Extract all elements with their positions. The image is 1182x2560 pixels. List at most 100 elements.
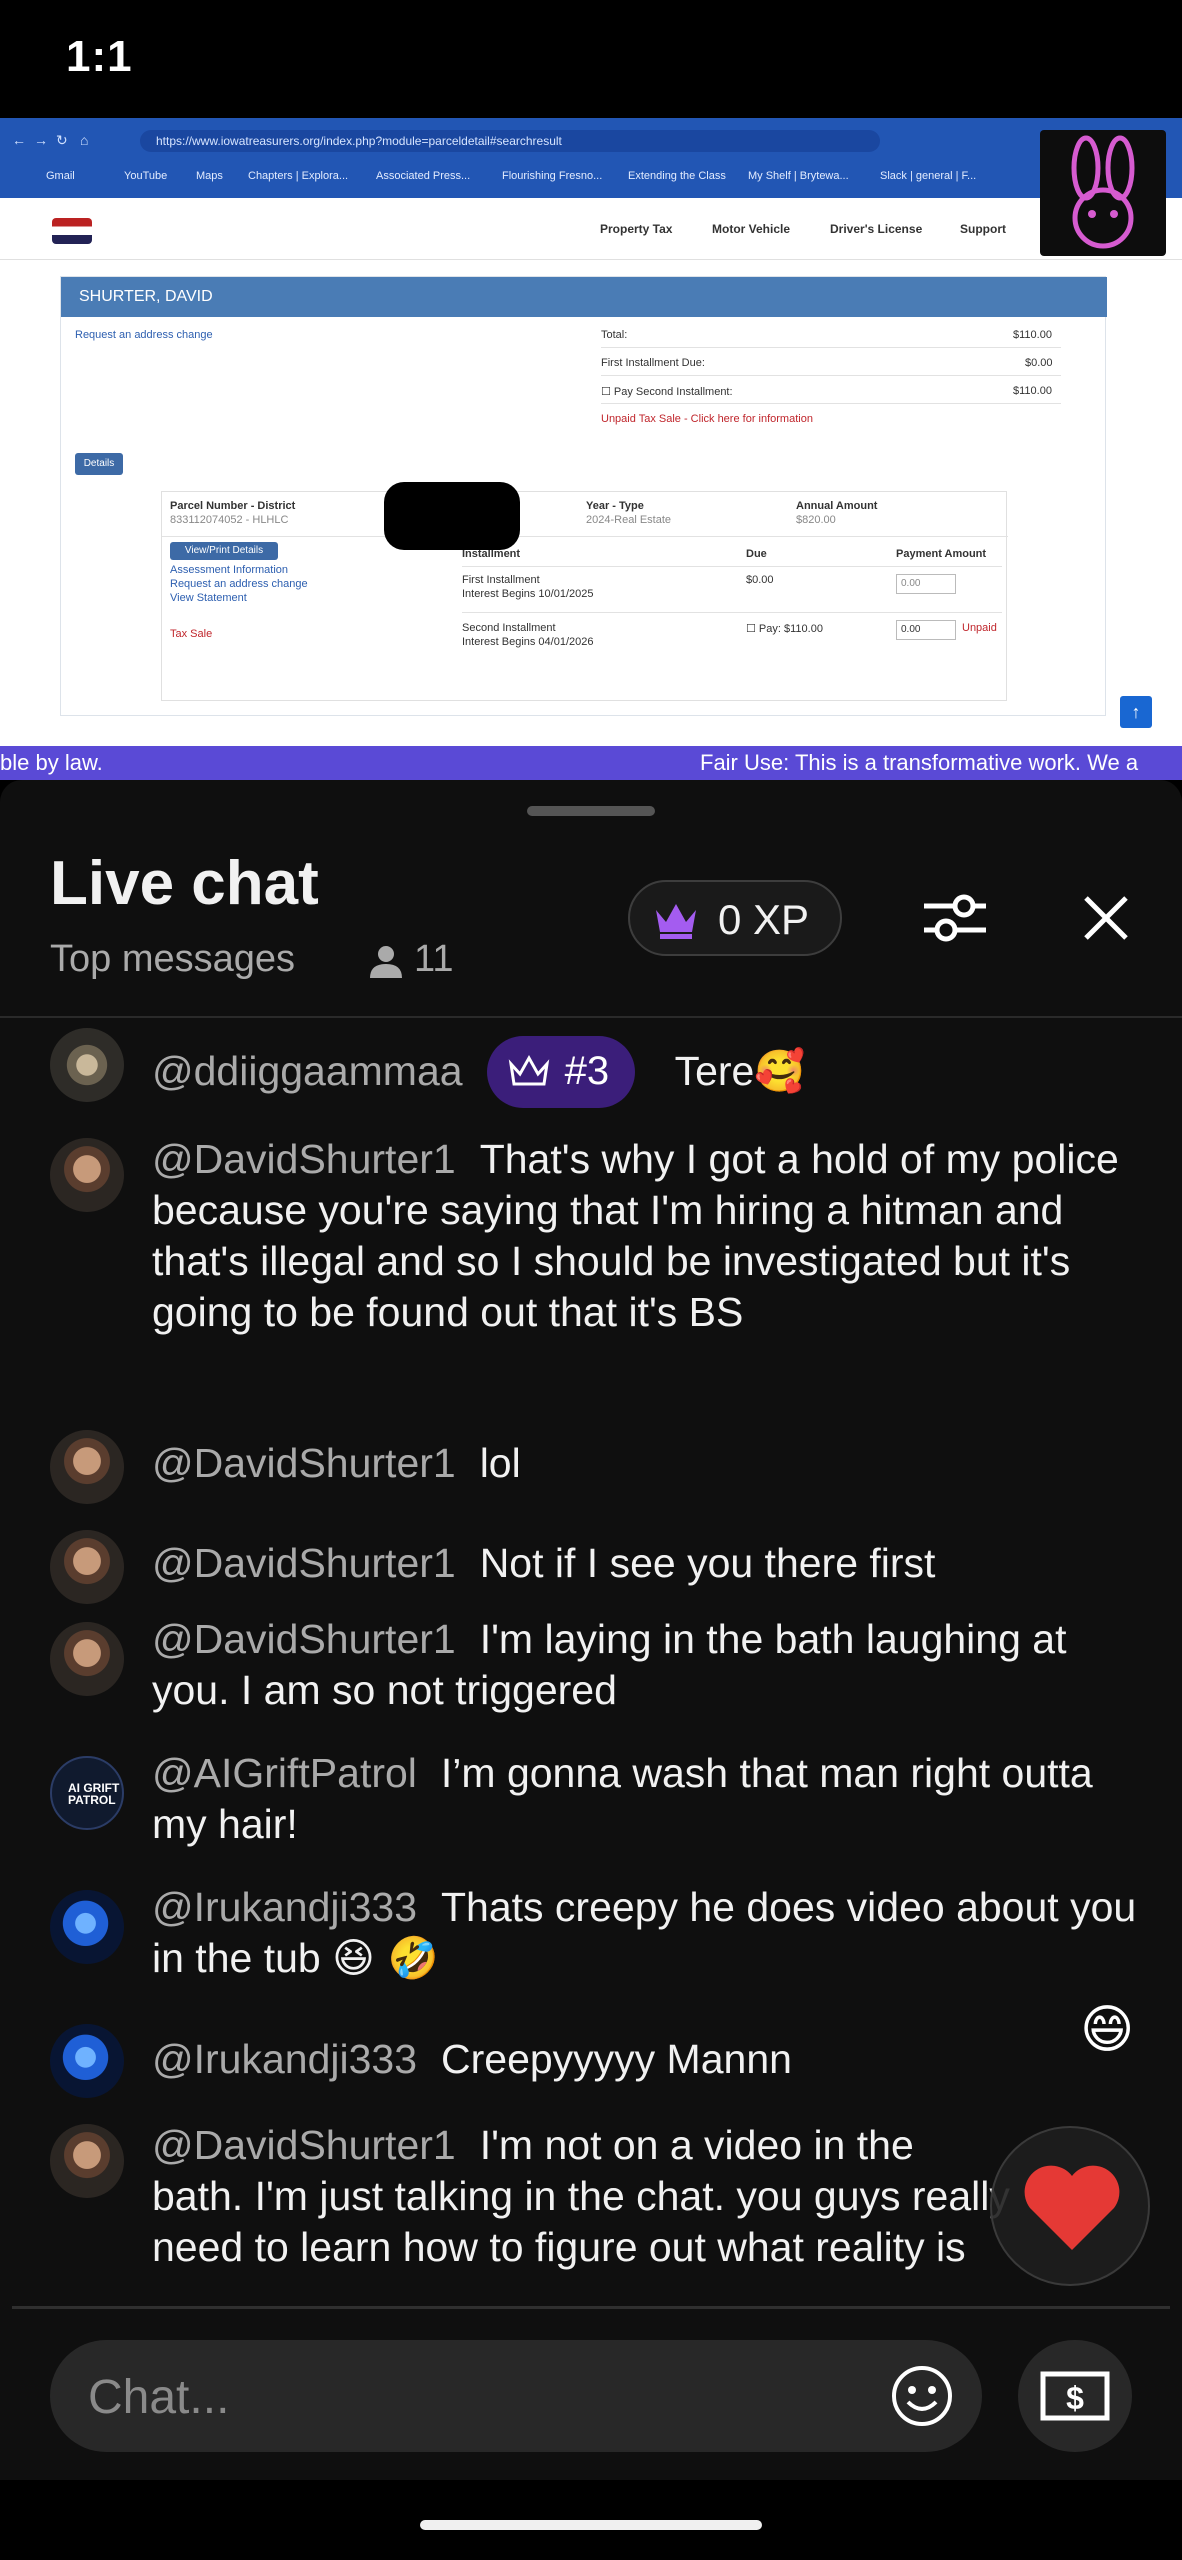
divider bbox=[0, 1016, 1182, 1018]
close-icon[interactable] bbox=[1078, 890, 1134, 946]
nav-property-tax: Property Tax bbox=[600, 222, 673, 236]
second-payment-input: 0.00 bbox=[896, 620, 956, 640]
bookmark: Associated Press... bbox=[376, 170, 471, 182]
author-name[interactable]: @DavidShurter1 bbox=[152, 1136, 456, 1182]
author-name[interactable]: @AIGriftPatrol bbox=[152, 1750, 417, 1796]
year-header: Year - Type bbox=[586, 500, 644, 512]
avatar[interactable] bbox=[50, 1622, 124, 1696]
view-print-button: View/Print Details bbox=[170, 542, 278, 560]
avatar[interactable] bbox=[50, 1138, 124, 1212]
message-text: Creepyyyyy Mannn bbox=[441, 2036, 792, 2082]
bookmarks-bar: Gmail YouTube Maps Chapters | Explora...… bbox=[0, 166, 1000, 190]
fair-use-ticker: ble by law. Fair Use: This is a transfor… bbox=[0, 746, 1182, 780]
second-interest: Interest Begins 04/01/2026 bbox=[462, 636, 594, 648]
heart-reaction-button[interactable] bbox=[990, 2126, 1150, 2286]
payment-header: Payment Amount bbox=[896, 548, 987, 560]
divider bbox=[601, 403, 1061, 404]
video-player[interactable]: ← → ↻ ⌂ https://www.iowatreasurers.org/i… bbox=[0, 118, 1182, 780]
divider bbox=[12, 2306, 1170, 2309]
heart-icon bbox=[1024, 2165, 1120, 2250]
ticker-right-text: Fair Use: This is a transformative work.… bbox=[700, 750, 1139, 775]
author-name[interactable]: @DavidShurter1 bbox=[152, 1540, 456, 1586]
chat-input[interactable]: Chat... bbox=[50, 2340, 982, 2452]
author-name[interactable]: @DavidShurter1 bbox=[152, 1440, 456, 1486]
message-body: @DavidShurter1 That's why I got a hold of… bbox=[152, 1134, 1142, 1338]
chat-placeholder: Chat... bbox=[88, 2371, 230, 2424]
bookmark: Slack | general | F... bbox=[880, 170, 977, 182]
avatar[interactable] bbox=[50, 1530, 124, 1604]
message-text: Tere bbox=[674, 1047, 755, 1094]
bookmark: Gmail bbox=[46, 170, 75, 182]
status-bar: 1:1 bbox=[0, 0, 1182, 118]
sliders-icon[interactable] bbox=[922, 888, 988, 948]
author-name[interactable]: @DavidShurter1 bbox=[152, 2122, 456, 2168]
avatar-text: AI GRIFT PATROL bbox=[68, 1781, 120, 1807]
redaction-blob bbox=[384, 482, 520, 550]
message-body: @DavidShurter1 Not if I see you there fir… bbox=[152, 1538, 1142, 1589]
message-body: @DavidShurter1 I'm laying in the bath lau… bbox=[152, 1614, 1142, 1716]
author-name[interactable]: @Irukandji333 bbox=[152, 2036, 417, 2082]
message-body: @ddiiggaammaa #3 Tere🥰 bbox=[152, 1036, 1142, 1110]
avatar[interactable] bbox=[50, 2024, 124, 2098]
avatar[interactable] bbox=[50, 1028, 124, 1102]
message-body: @DavidShurter1 I'm not on a video in the … bbox=[152, 2120, 1012, 2273]
back-icon: ← bbox=[12, 132, 26, 148]
bookmark: Maps bbox=[196, 170, 223, 182]
scroll-top-icon: ↑ bbox=[1120, 696, 1152, 728]
smiley-icon[interactable] bbox=[890, 2364, 954, 2428]
dollar-bill-icon: $ bbox=[1040, 2371, 1110, 2421]
svg-text:$: $ bbox=[1066, 2380, 1084, 2416]
bookmark: Flourishing Fresno... bbox=[502, 170, 603, 182]
flag-logo-icon bbox=[52, 218, 92, 244]
assessment-link: Assessment Information bbox=[170, 564, 288, 576]
rank-badge: #3 bbox=[486, 1036, 635, 1108]
message-text: Not if I see you there first bbox=[479, 1540, 936, 1586]
owner-name: SHURTER, DAVID bbox=[61, 277, 1107, 317]
divider bbox=[601, 375, 1061, 376]
nav-support: Support bbox=[960, 222, 1006, 236]
bookmark: My Shelf | Brytewa... bbox=[748, 170, 849, 182]
year-value: 2024-Real Estate bbox=[586, 514, 671, 526]
avatar[interactable]: AI GRIFT PATROL bbox=[50, 1756, 124, 1830]
author-name[interactable]: @ddiiggaammaa bbox=[152, 1048, 463, 1094]
chat-title: Live chat bbox=[50, 849, 319, 918]
avatar[interactable] bbox=[50, 1890, 124, 1964]
author-name[interactable]: @Irukandji333 bbox=[152, 1884, 417, 1930]
avatar[interactable] bbox=[50, 1430, 124, 1504]
second-pay-checkbox: ☐ Pay: $110.00 bbox=[746, 623, 823, 635]
rank-label: #3 bbox=[564, 1049, 610, 1093]
xp-button[interactable]: 0 XP bbox=[628, 880, 842, 956]
browser-toolbar: ← → ↻ ⌂ https://www.iowatreasurers.org/i… bbox=[0, 118, 1182, 198]
ticker-left-text: ble by law. bbox=[0, 750, 103, 775]
annual-value: $820.00 bbox=[796, 514, 836, 526]
nav-drivers-license: Driver's License bbox=[830, 222, 923, 236]
statement-link: View Statement bbox=[170, 592, 247, 604]
message-body: @AIGriftPatrol I’m gonna wash that man ri… bbox=[152, 1748, 1142, 1850]
divider bbox=[601, 347, 1061, 348]
reload-icon: ↻ bbox=[56, 132, 68, 148]
author-name[interactable]: @DavidShurter1 bbox=[152, 1616, 456, 1662]
browser-url: https://www.iowatreasurers.org/index.php… bbox=[140, 130, 880, 152]
first-payment-input: 0.00 bbox=[896, 574, 956, 594]
address-link: Request an address change bbox=[170, 578, 308, 590]
avatar[interactable] bbox=[50, 2124, 124, 2198]
floating-reaction-emoji: 😄 bbox=[1080, 2000, 1135, 2060]
home-indicator[interactable] bbox=[420, 2520, 762, 2530]
annual-header: Annual Amount bbox=[796, 500, 878, 512]
unpaid-label: Unpaid bbox=[962, 622, 997, 634]
divider bbox=[162, 536, 1008, 537]
crown-icon bbox=[508, 1054, 549, 1086]
parcel-table: Parcel Number - District 833112074052 - … bbox=[161, 491, 1008, 701]
super-chat-button[interactable]: $ bbox=[1018, 2340, 1132, 2452]
divider bbox=[462, 612, 1002, 613]
total-label: Total: bbox=[601, 329, 628, 341]
message-body: @DavidShurter1 lol bbox=[152, 1438, 1142, 1489]
viewer-count: 11 bbox=[414, 938, 454, 980]
drag-handle[interactable] bbox=[527, 806, 655, 816]
first-due: $0.00 bbox=[746, 574, 774, 586]
message-emoji: 🥰 bbox=[754, 1046, 806, 1095]
top-messages-filter[interactable]: Top messages bbox=[50, 938, 295, 981]
address-change-link: Request an address change bbox=[75, 329, 213, 341]
bunny-logo-icon bbox=[1040, 130, 1166, 256]
first-interest: Interest Begins 10/01/2025 bbox=[462, 588, 594, 600]
